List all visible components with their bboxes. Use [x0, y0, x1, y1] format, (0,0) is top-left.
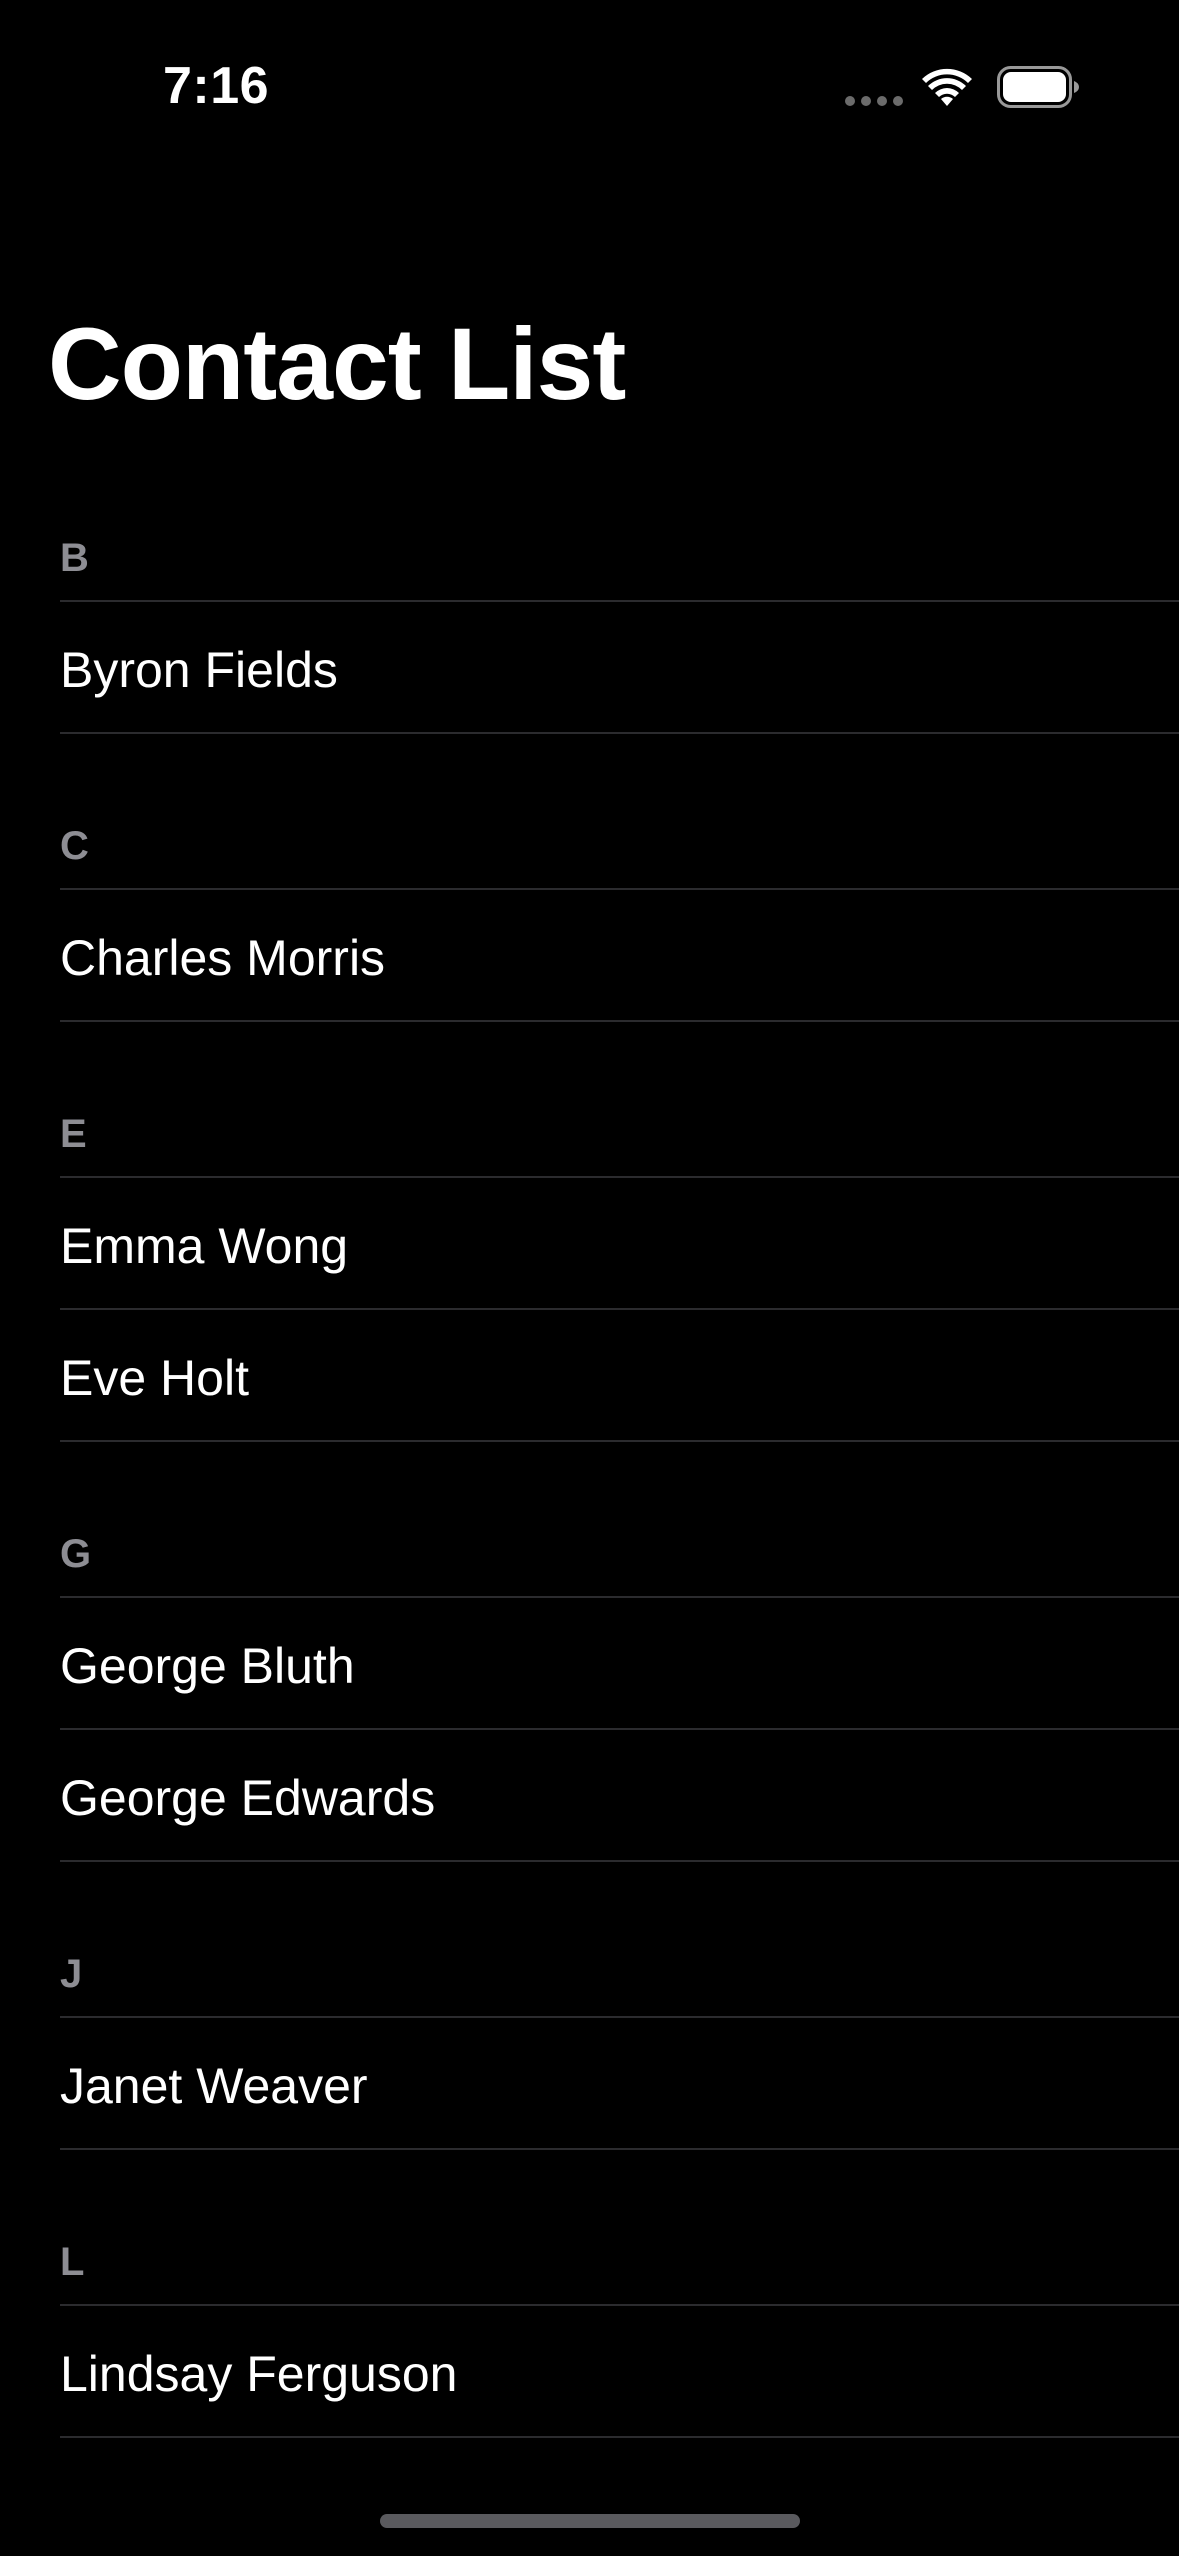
section-header-label: G — [60, 1532, 92, 1576]
section-l: L Lindsay Ferguson — [0, 2220, 1179, 2438]
page-title: Contact List — [48, 307, 626, 421]
section-header: E — [60, 1092, 1179, 1178]
section-header-label: J — [60, 1952, 83, 1996]
contact-row[interactable]: Byron Fields — [60, 602, 1179, 734]
contact-row[interactable]: Emma Wong — [60, 1178, 1179, 1310]
section-e: E Emma Wong Eve Holt — [0, 1092, 1179, 1442]
section-g: G George Bluth George Edwards — [0, 1512, 1179, 1862]
status-bar: 7:16 — [0, 0, 1179, 150]
contact-row[interactable]: George Bluth — [60, 1598, 1179, 1730]
section-header-label: E — [60, 1112, 87, 1156]
contact-row[interactable]: Janet Weaver — [60, 2018, 1179, 2150]
section-header-label: B — [60, 536, 89, 580]
wifi-icon — [922, 68, 972, 106]
contact-name: Lindsay Ferguson — [60, 2346, 458, 2402]
section-header: G — [60, 1512, 1179, 1598]
section-header: B — [60, 516, 1179, 602]
contact-name: Byron Fields — [60, 642, 338, 698]
contact-row[interactable]: George Edwards — [60, 1730, 1179, 1862]
contact-row[interactable]: Charles Morris — [60, 890, 1179, 1022]
contact-row[interactable]: Eve Holt — [60, 1310, 1179, 1442]
signal-icon — [845, 96, 905, 106]
section-header: C — [60, 804, 1179, 890]
contact-row[interactable]: Lindsay Ferguson — [60, 2306, 1179, 2438]
contact-list[interactable]: B Byron Fields C Charles Morris E Emma W… — [0, 516, 1179, 2438]
section-c: C Charles Morris — [0, 804, 1179, 1022]
contact-name: Eve Holt — [60, 1350, 249, 1406]
section-b: B Byron Fields — [0, 516, 1179, 734]
section-header: J — [60, 1932, 1179, 2018]
contact-name: Charles Morris — [60, 930, 386, 986]
status-time: 7:16 — [163, 57, 270, 115]
section-header: L — [60, 2220, 1179, 2306]
contact-name: George Edwards — [60, 1770, 436, 1826]
battery-icon — [997, 66, 1079, 108]
home-indicator[interactable] — [380, 2514, 800, 2528]
section-header-label: L — [60, 2240, 85, 2284]
contact-name: Emma Wong — [60, 1218, 349, 1274]
section-j: J Janet Weaver — [0, 1932, 1179, 2150]
section-header-label: C — [60, 824, 89, 868]
contact-name: George Bluth — [60, 1638, 355, 1694]
contact-name: Janet Weaver — [60, 2058, 368, 2114]
